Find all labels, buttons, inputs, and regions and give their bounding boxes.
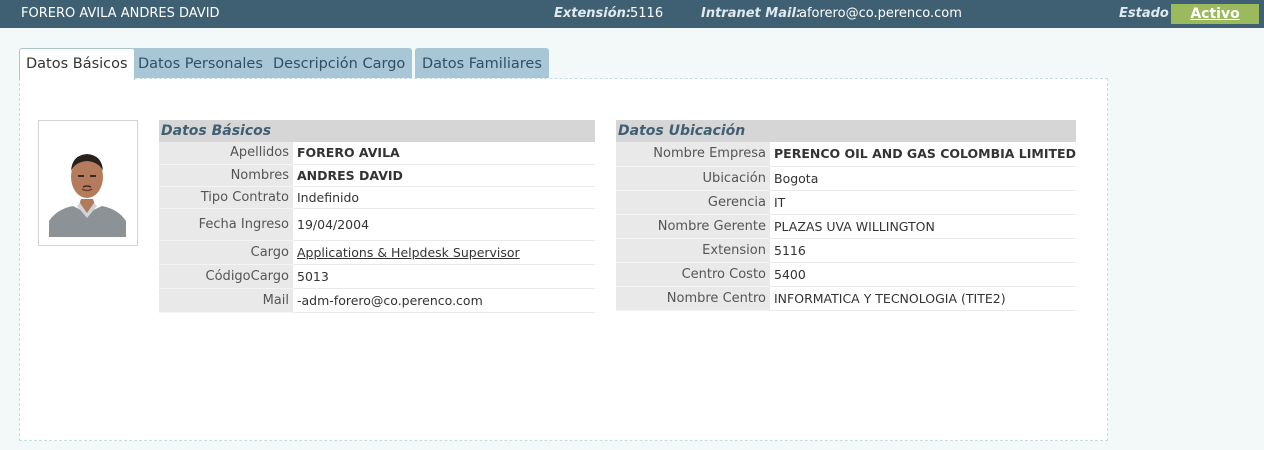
datos-ubicacion-table: Datos Ubicación Nombre Empresa PERENCO O… — [616, 120, 1076, 311]
row-label: Tipo Contrato — [159, 186, 293, 209]
row-label: Nombre Centro — [616, 286, 770, 311]
row-label: Extension — [616, 238, 770, 263]
row-label: Nombre Gerente — [616, 214, 770, 239]
intranet-mail-value: aforero@co.perenco.com — [799, 6, 962, 21]
row-label: Fecha Ingreso — [159, 208, 293, 241]
table-row: Apellidos FORERO AVILA — [159, 142, 595, 165]
row-label: Nombres — [159, 164, 293, 187]
row-label: Cargo — [159, 240, 293, 265]
estado-status-link[interactable]: Activo — [1171, 4, 1259, 24]
tab-datos-personales[interactable]: Datos Personales — [131, 48, 270, 79]
nombres-value: ANDRES DAVID — [293, 164, 595, 187]
table-row: Nombre Centro INFORMATICA Y TECNOLOGIA (… — [616, 286, 1076, 311]
table-row: Nombre Gerente PLAZAS UVA WILLINGTON — [616, 214, 1076, 239]
table-row: Fecha Ingreso 19/04/2004 — [159, 208, 595, 241]
ubicacion-value: Bogota — [770, 166, 1076, 191]
extension-field-value: 5116 — [770, 238, 1076, 263]
row-label: CódigoCargo — [159, 264, 293, 289]
codigo-cargo-value: 5013 — [293, 264, 595, 289]
estado-label: Estado — [1119, 6, 1169, 21]
extension-label: Extensión: — [554, 6, 632, 21]
table-row: Gerencia IT — [616, 190, 1076, 215]
table-row: Nombre Empresa PERENCO OIL AND GAS COLOM… — [616, 142, 1076, 167]
mail-value: -adm-forero@co.perenco.com — [293, 288, 595, 313]
table-row: Tipo Contrato Indefinido — [159, 186, 595, 209]
row-label: Centro Costo — [616, 262, 770, 287]
extension-value: 5116 — [630, 6, 664, 21]
fecha-ingreso-value: 19/04/2004 — [293, 208, 595, 241]
table-row: CódigoCargo 5013 — [159, 264, 595, 289]
table-row: Cargo Applications & Helpdesk Supervisor — [159, 240, 595, 265]
centro-costo-value: 5400 — [770, 262, 1076, 287]
header-bar: FORERO AVILA ANDRES DAVID Extensión: 511… — [0, 0, 1264, 28]
tab-datos-basicos[interactable]: Datos Básicos — [19, 48, 135, 80]
nombre-centro-value: INFORMATICA Y TECNOLOGIA (TITE2) — [770, 286, 1076, 311]
employee-photo-frame — [38, 120, 138, 246]
employee-name: FORERO AVILA ANDRES DAVID — [21, 6, 220, 21]
datos-basicos-title: Datos Básicos — [159, 120, 595, 142]
apellidos-value: FORERO AVILA — [293, 142, 595, 165]
row-label: Gerencia — [616, 190, 770, 215]
row-label: Nombre Empresa — [616, 142, 770, 167]
table-row: Mail -adm-forero@co.perenco.com — [159, 288, 595, 313]
row-label: Mail — [159, 288, 293, 313]
row-label: Apellidos — [159, 142, 293, 165]
table-row: Extension 5116 — [616, 238, 1076, 263]
gerencia-value: IT — [770, 190, 1076, 215]
tab-datos-familiares[interactable]: Datos Familiares — [415, 48, 549, 79]
cargo-link[interactable]: Applications & Helpdesk Supervisor — [297, 245, 520, 260]
table-row: Nombres ANDRES DAVID — [159, 164, 595, 187]
tipo-contrato-value: Indefinido — [293, 186, 595, 209]
datos-basicos-table: Datos Básicos Apellidos FORERO AVILA Nom… — [159, 120, 595, 313]
row-label: Ubicación — [616, 166, 770, 191]
table-row: Ubicación Bogota — [616, 166, 1076, 191]
nombre-empresa-value: PERENCO OIL AND GAS COLOMBIA LIMITED — [770, 142, 1076, 167]
datos-ubicacion-title: Datos Ubicación — [616, 120, 1076, 142]
table-row: Centro Costo 5400 — [616, 262, 1076, 287]
tab-descripcion-cargo[interactable]: Descripción Cargo — [266, 48, 413, 79]
employee-photo — [49, 143, 126, 237]
nombre-gerente-value: PLAZAS UVA WILLINGTON — [770, 214, 1076, 239]
intranet-mail-label: Intranet Mail: — [701, 6, 802, 21]
